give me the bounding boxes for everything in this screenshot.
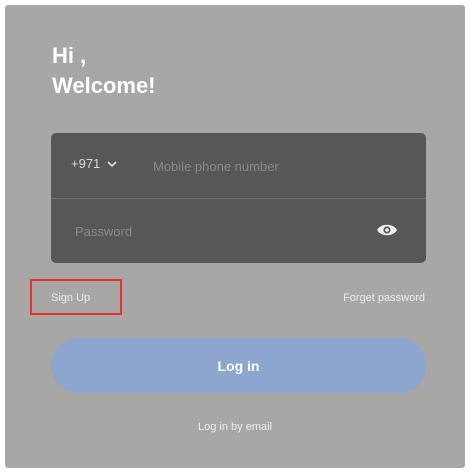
password-row (51, 198, 426, 263)
greeting-welcome: Welcome! (52, 73, 156, 98)
phone-row: +971 (51, 133, 426, 199)
country-code-selector[interactable]: +971 (71, 156, 118, 171)
eye-icon[interactable] (376, 222, 398, 238)
greeting-hi: Hi , (52, 43, 87, 68)
country-code-label: +971 (71, 156, 101, 171)
chevron-down-icon (107, 160, 117, 167)
login-button[interactable]: Log in (51, 338, 426, 393)
password-input[interactable] (73, 220, 357, 242)
forgot-password-link[interactable]: Forget password (343, 292, 425, 304)
greeting: Hi , Welcome! (52, 41, 156, 101)
sign-up-link[interactable]: Sign Up (51, 292, 90, 304)
login-screen: Hi , Welcome! +971 Sign Up Forget passwo… (5, 5, 465, 468)
mobile-phone-input[interactable] (151, 155, 395, 177)
login-form-card: +971 (51, 133, 426, 263)
login-by-email-link[interactable]: Log in by email (5, 421, 465, 433)
